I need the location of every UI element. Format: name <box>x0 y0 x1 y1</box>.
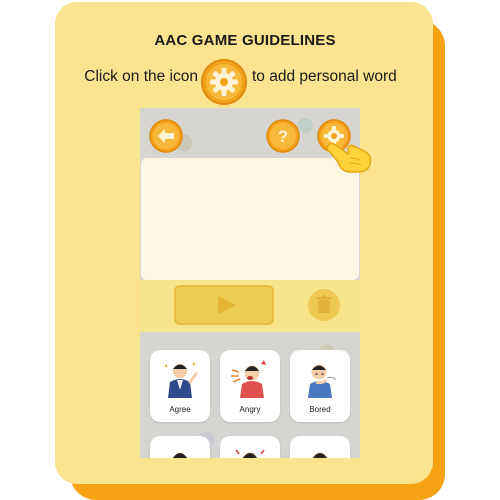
tile-label: Angry <box>239 405 261 414</box>
trash-icon <box>317 295 331 313</box>
angry-person-icon <box>231 360 266 398</box>
instruction-text-after: to add personal word <box>252 68 397 85</box>
trash-button[interactable] <box>308 289 340 321</box>
word-tile[interactable] <box>150 436 210 458</box>
word-tile-agree[interactable]: Agree <box>150 350 210 422</box>
tile-label: Agree <box>169 405 191 414</box>
person-icon <box>172 452 188 458</box>
agree-person-icon <box>164 362 198 398</box>
guidelines-title: AAC GAME GUIDELINES <box>154 32 336 49</box>
play-button[interactable] <box>174 285 274 325</box>
person-icon <box>312 452 328 458</box>
word-tile[interactable] <box>220 436 280 458</box>
back-arrow-icon[interactable] <box>149 119 183 153</box>
word-tile-angry[interactable]: Angry <box>220 350 280 422</box>
person-icon <box>235 449 265 458</box>
word-tile[interactable] <box>290 436 350 458</box>
pointing-hand-icon <box>326 142 372 173</box>
word-tile-bored[interactable]: Bored <box>290 350 350 422</box>
instruction-line: Click on the icon to add personal word <box>0 58 500 105</box>
bored-person-icon <box>308 364 337 398</box>
svg-text:?: ? <box>278 127 288 146</box>
control-bar <box>140 280 360 332</box>
play-icon <box>218 296 236 314</box>
instruction-text-before: Click on the icon <box>84 68 198 85</box>
help-icon[interactable]: ? <box>266 119 300 153</box>
sentence-text-area[interactable] <box>141 158 359 280</box>
gear-icon <box>201 59 247 105</box>
tile-label: Bored <box>309 405 331 414</box>
